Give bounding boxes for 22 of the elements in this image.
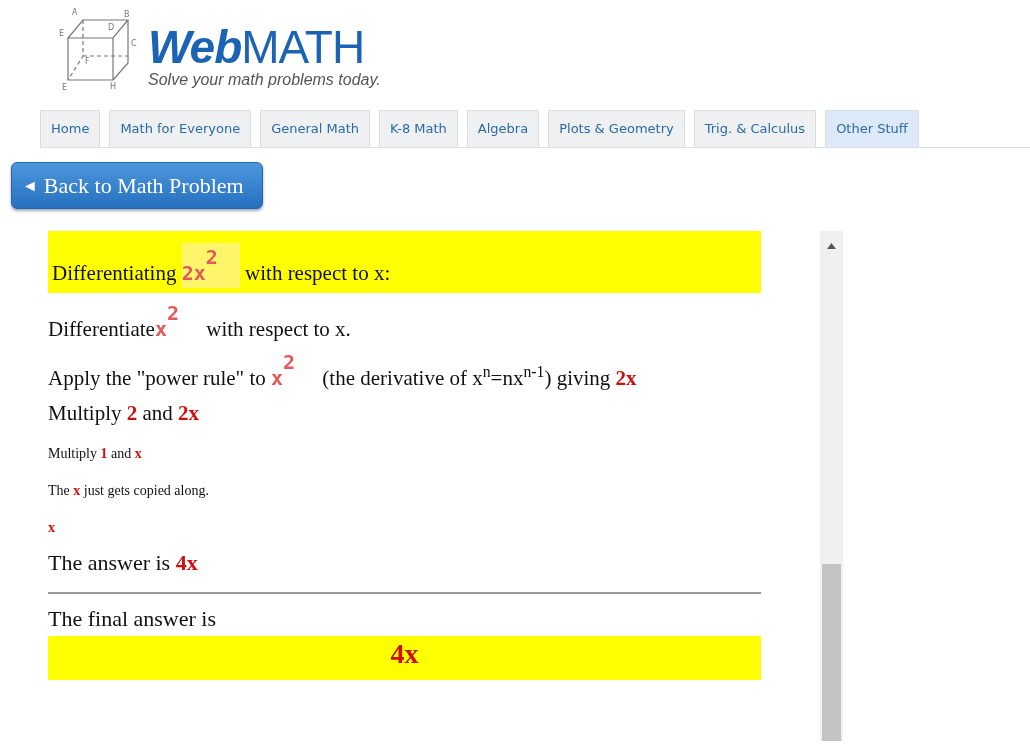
nav-tab[interactable]: Trig. & Calculus	[693, 109, 817, 147]
answer-text: The answer is 4x	[48, 549, 199, 576]
nav-tab[interactable]: Math for Everyone	[109, 109, 252, 147]
nav-tab[interactable]: Plots & Geometry	[548, 109, 685, 147]
scrollbar-thumb[interactable]	[822, 564, 841, 741]
nav-tab[interactable]: Algebra	[466, 109, 540, 147]
nav-tab[interactable]: K-8 Math	[379, 109, 458, 147]
step-text: The x just gets copied along.	[48, 481, 210, 500]
scrollbar[interactable]	[820, 231, 843, 741]
step-text: Multiply 2 and 2x	[48, 401, 201, 427]
nav-tab[interactable]: Home	[40, 109, 101, 147]
logo-title: WebMATH	[148, 24, 366, 70]
cube-drawing: A B E D C F E H	[58, 8, 140, 94]
answer-text: The final answer is	[48, 605, 217, 633]
nav-tab[interactable]: Other Stuff	[825, 109, 919, 147]
back-button[interactable]: $^{◄}$ Back to Math Problem	[11, 162, 263, 209]
step-text: Multiply 1 and x	[48, 444, 143, 463]
step-text: x	[48, 518, 56, 537]
final-answer: 4x	[48, 636, 761, 681]
scroll-up-icon[interactable]	[827, 243, 836, 249]
nav-tab[interactable]: General Math	[260, 109, 371, 147]
tagline: Solve your math problems today.	[148, 70, 381, 90]
